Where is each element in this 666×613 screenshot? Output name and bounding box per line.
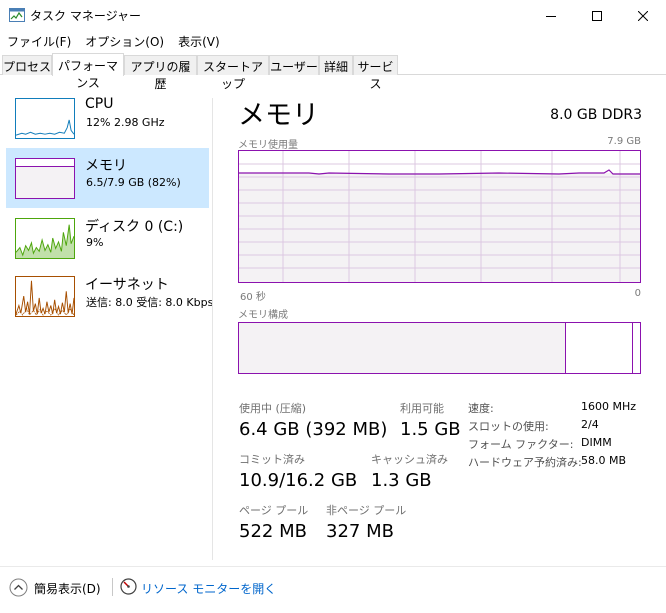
sidebar-item-label: メモリ bbox=[85, 158, 127, 174]
pane-divider[interactable] bbox=[212, 98, 213, 560]
sidebar-item-label: CPU bbox=[85, 96, 114, 112]
in-use-label: 使用中 (圧縮) bbox=[239, 402, 307, 415]
page-title: メモリ bbox=[238, 100, 319, 131]
ethernet-thumbnail-graph bbox=[15, 276, 75, 317]
cpu-thumbnail-graph bbox=[15, 98, 75, 139]
sidebar-item-sub: 12% 2.98 GHz bbox=[86, 116, 165, 129]
sidebar-item-disk[interactable]: ディスク 0 (C:) 9% bbox=[6, 208, 209, 268]
window-title: タスク マネージャー bbox=[30, 9, 141, 23]
footer-divider bbox=[0, 566, 666, 567]
task-manager-icon bbox=[9, 8, 25, 22]
minimize-icon bbox=[546, 15, 556, 17]
maximize-button[interactable] bbox=[574, 0, 620, 31]
paged-pool-value: 522 MB bbox=[239, 521, 307, 542]
nonpaged-pool-value: 327 MB bbox=[326, 521, 394, 542]
tab-users[interactable]: ユーザー bbox=[269, 55, 319, 75]
memory-thumbnail-graph bbox=[15, 158, 75, 199]
usage-graph-max: 7.9 GB bbox=[607, 136, 641, 147]
paged-pool-label: ページ プール bbox=[239, 504, 309, 517]
resource-list: CPU 12% 2.98 GHz メモリ 6.5/7.9 GB (82%) ディ… bbox=[0, 76, 213, 561]
menu-bar: ファイル(F) オプション(O) 表示(V) bbox=[0, 31, 227, 52]
minimize-button[interactable] bbox=[528, 0, 574, 31]
available-value: 1.5 GB bbox=[400, 419, 461, 440]
composition-standby-divider bbox=[632, 323, 633, 373]
tab-app-history[interactable]: アプリの履歴 bbox=[124, 55, 197, 91]
cached-value: 1.3 GB bbox=[371, 470, 432, 491]
menu-file[interactable]: ファイル(F) bbox=[0, 31, 78, 52]
hw-reserved-value: 58.0 MB bbox=[581, 454, 627, 467]
chevron-up-icon[interactable] bbox=[9, 578, 28, 597]
menu-view[interactable]: 表示(V) bbox=[171, 31, 227, 52]
tab-performance[interactable]: パフォーマンス bbox=[52, 53, 124, 90]
slots-value: 2/4 bbox=[581, 418, 599, 431]
form-factor-label: フォーム ファクター: bbox=[468, 438, 574, 451]
menu-options[interactable]: オプション(O) bbox=[78, 31, 171, 52]
form-factor-value: DIMM bbox=[581, 436, 612, 449]
sidebar-item-cpu[interactable]: CPU 12% 2.98 GHz bbox=[6, 88, 209, 148]
footer-separator bbox=[112, 578, 113, 596]
maximize-icon bbox=[592, 10, 602, 21]
close-icon bbox=[638, 10, 648, 21]
nonpaged-pool-label: 非ページ プール bbox=[326, 504, 407, 517]
tab-startup[interactable]: スタートアップ bbox=[197, 55, 269, 91]
sidebar-item-label: ディスク 0 (C:) bbox=[85, 219, 184, 235]
hw-reserved-label: ハードウェア予約済み: bbox=[468, 456, 582, 469]
memory-usage-graph bbox=[238, 150, 641, 283]
open-resource-monitor-link[interactable]: リソース モニターを開く bbox=[141, 580, 276, 597]
fewer-details-button[interactable]: 簡易表示(D) bbox=[34, 580, 101, 597]
committed-value: 10.9/16.2 GB bbox=[239, 470, 358, 491]
memory-composition-bar bbox=[238, 322, 641, 374]
composition-in-use bbox=[239, 323, 566, 373]
speed-value: 1600 MHz bbox=[581, 400, 637, 413]
tab-processes[interactable]: プロセス bbox=[2, 55, 52, 75]
cached-label: キャッシュ済み bbox=[371, 453, 448, 466]
close-button[interactable] bbox=[620, 0, 666, 31]
resource-monitor-icon bbox=[120, 578, 137, 595]
tab-details[interactable]: 詳細 bbox=[319, 55, 353, 75]
sidebar-item-ethernet[interactable]: イーサネット 送信: 8.0 受信: 8.0 Kbps bbox=[6, 268, 213, 328]
memory-spec: 8.0 GB DDR3 bbox=[550, 107, 642, 123]
usage-graph-x-right: 0 bbox=[634, 288, 641, 299]
tab-services[interactable]: サービス bbox=[353, 55, 398, 91]
usage-graph-label: メモリ使用量 bbox=[238, 140, 298, 151]
available-label: 利用可能 bbox=[400, 402, 444, 415]
in-use-value: 6.4 GB (392 MB) bbox=[239, 419, 388, 440]
tab-bar: プロセス パフォーマンス アプリの履歴 スタートアップ ユーザー 詳細 サービス bbox=[0, 53, 666, 91]
disk-thumbnail-graph bbox=[15, 218, 75, 259]
sidebar-item-sub: 送信: 8.0 受信: 8.0 Kbps bbox=[86, 296, 214, 309]
usage-graph-x-left: 60 秒 bbox=[240, 292, 266, 303]
sidebar-item-sub: 9% bbox=[86, 236, 104, 249]
title-bar: タスク マネージャー bbox=[0, 0, 666, 31]
speed-label: 速度: bbox=[468, 402, 494, 415]
sidebar-item-memory[interactable]: メモリ 6.5/7.9 GB (82%) bbox=[6, 148, 209, 208]
committed-label: コミット済み bbox=[239, 453, 305, 466]
sidebar-item-sub: 6.5/7.9 GB (82%) bbox=[86, 176, 181, 189]
slots-label: スロットの使用: bbox=[468, 420, 549, 433]
sidebar-item-label: イーサネット bbox=[85, 277, 169, 293]
composition-label: メモリ構成 bbox=[238, 310, 288, 321]
